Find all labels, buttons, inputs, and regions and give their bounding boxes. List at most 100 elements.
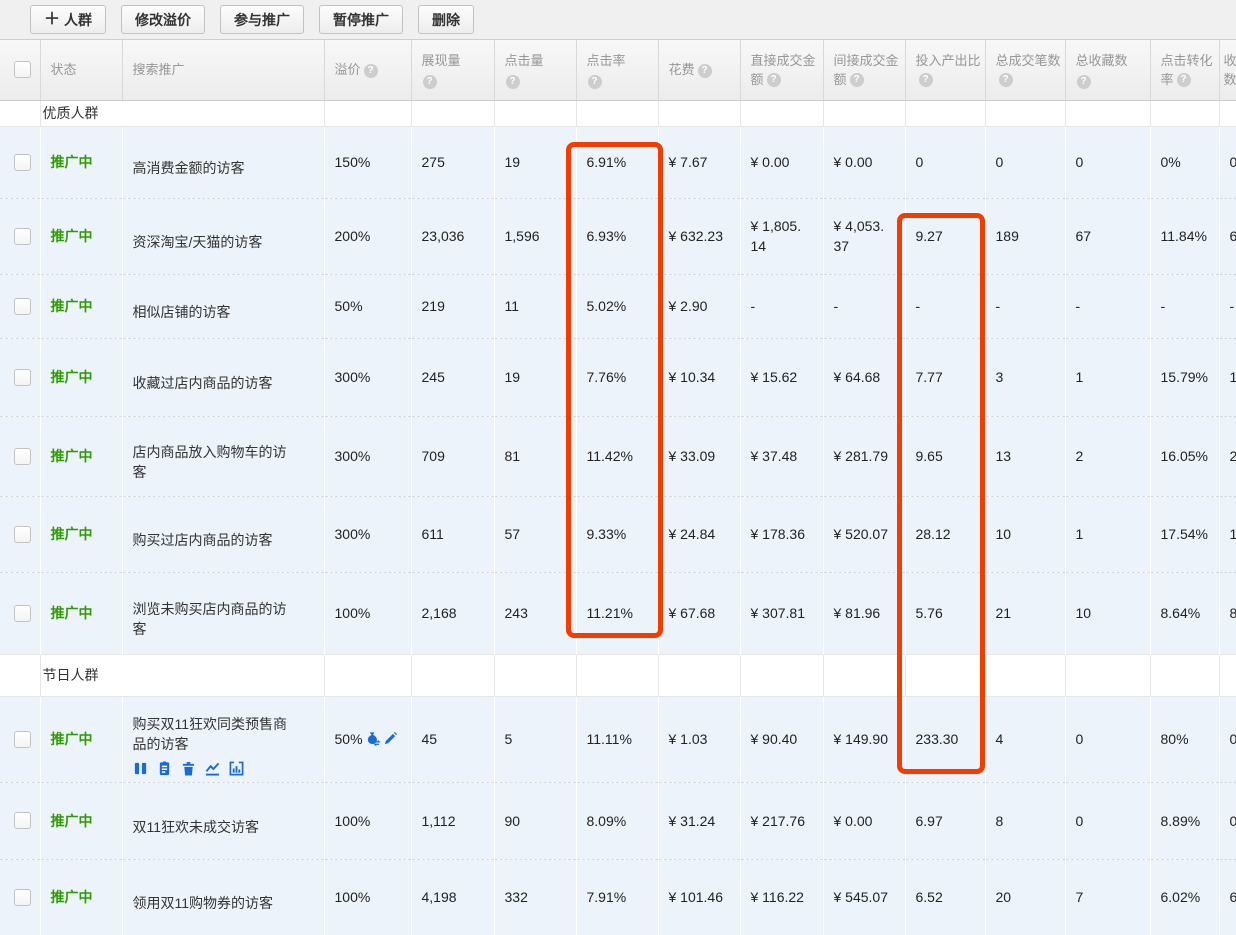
favs-cell: 0 bbox=[1065, 696, 1150, 782]
join-promotion-button[interactable]: 参与推广 bbox=[220, 5, 304, 34]
direct-amount-cell: ¥ 90.40 bbox=[740, 696, 823, 782]
favs-cell: 67 bbox=[1065, 198, 1150, 274]
ctr-cell: 6.93% bbox=[576, 198, 658, 274]
conv-cell: 0% bbox=[1150, 126, 1219, 198]
row-checkbox[interactable] bbox=[14, 369, 31, 386]
pause-promotion-button[interactable]: 暂停推广 bbox=[319, 5, 403, 34]
conv-cell: 15.79% bbox=[1150, 338, 1219, 416]
orders-cell: 20 bbox=[985, 859, 1065, 935]
indirect-amount-cell: ¥ 4,053.37 bbox=[823, 198, 905, 274]
table-row: 推广中 高消费金额的访客 150% 275 19 6.91% ¥ 7.67 ¥ … bbox=[0, 126, 1236, 198]
indirect-amount-cell: ¥ 545.07 bbox=[823, 859, 905, 935]
row-checkbox[interactable] bbox=[14, 812, 31, 829]
help-icon[interactable]: ? bbox=[919, 73, 933, 87]
row-checkbox[interactable] bbox=[14, 228, 31, 245]
col-search-promo: 搜索推广 bbox=[122, 40, 324, 100]
truncated-cell: 1 bbox=[1219, 496, 1236, 572]
roi-cell: 6.52 bbox=[905, 859, 985, 935]
indirect-amount-cell: ¥ 64.68 bbox=[823, 338, 905, 416]
help-icon[interactable]: ? bbox=[767, 73, 781, 87]
favs-cell: 1 bbox=[1065, 338, 1150, 416]
roi-cell: 9.27 bbox=[905, 198, 985, 274]
table-row: 推广中 领用双11购物券的访客 100% 4,198 332 7.91% ¥ 1… bbox=[0, 859, 1236, 935]
table-row: 推广中 相似店铺的访客 50% 219 11 5.02% ¥ 2.90 - - … bbox=[0, 274, 1236, 338]
help-icon[interactable]: ? bbox=[506, 75, 520, 89]
indirect-amount-cell: ¥ 81.96 bbox=[823, 572, 905, 654]
table-row: 推广中 双11狂欢未成交访客 100% 1,112 90 8.09% ¥ 31.… bbox=[0, 782, 1236, 859]
cost-cell: ¥ 2.90 bbox=[658, 274, 740, 338]
bar-chart-icon[interactable] bbox=[229, 761, 244, 776]
conv-cell: 8.64% bbox=[1150, 572, 1219, 654]
audience-name-link[interactable]: 浏览未购买店内商品的访客 bbox=[133, 599, 291, 639]
row-checkbox[interactable] bbox=[14, 889, 31, 906]
audience-name-link[interactable]: 双11狂欢未成交访客 bbox=[133, 817, 291, 837]
audience-name-link[interactable]: 领用双11购物券的访客 bbox=[133, 893, 291, 913]
audience-table: 状态 搜索推广 溢价? 展现量? 点击量? 点击率? 花费? 直接成交金额? 间… bbox=[0, 40, 1236, 935]
direct-amount-cell: ¥ 217.76 bbox=[740, 782, 823, 859]
truncated-cell: 8 bbox=[1219, 572, 1236, 654]
row-checkbox[interactable] bbox=[14, 154, 31, 171]
roi-cell: 5.76 bbox=[905, 572, 985, 654]
audience-name-link[interactable]: 购买双11狂欢同类预售商品的访客 bbox=[133, 714, 291, 754]
help-icon[interactable]: ? bbox=[999, 73, 1013, 87]
audience-name-link[interactable]: 高消费金额的访客 bbox=[133, 158, 291, 178]
roi-cell: 0 bbox=[905, 126, 985, 198]
clicks-cell: 243 bbox=[494, 572, 576, 654]
help-icon[interactable]: ? bbox=[588, 75, 602, 89]
orders-cell: 0 bbox=[985, 126, 1065, 198]
col-status: 状态 bbox=[40, 40, 122, 100]
delete-icon[interactable] bbox=[181, 761, 196, 776]
direct-amount-cell: ¥ 15.62 bbox=[740, 338, 823, 416]
premium-cell: 300% bbox=[324, 496, 411, 572]
cost-cell: ¥ 31.24 bbox=[658, 782, 740, 859]
group-label: 优质人群 bbox=[40, 100, 324, 126]
delete-button[interactable]: 删除 bbox=[418, 5, 474, 34]
cost-cell: ¥ 1.03 bbox=[658, 696, 740, 782]
favs-cell: 0 bbox=[1065, 782, 1150, 859]
cost-cell: ¥ 33.09 bbox=[658, 416, 740, 496]
row-checkbox[interactable] bbox=[14, 605, 31, 622]
help-icon[interactable]: ? bbox=[850, 73, 864, 87]
trend-chart-icon[interactable] bbox=[205, 761, 220, 776]
roi-cell: 9.65 bbox=[905, 416, 985, 496]
audience-name-link[interactable]: 相似店铺的访客 bbox=[133, 302, 291, 322]
add-audience-button[interactable]: ＋ 人群 bbox=[30, 5, 106, 34]
edit-icon[interactable] bbox=[383, 731, 398, 746]
help-icon[interactable]: ? bbox=[423, 75, 437, 89]
pause-icon[interactable] bbox=[133, 761, 148, 776]
group-row-premium-audience: 优质人群 bbox=[0, 100, 1236, 126]
modify-premium-button[interactable]: 修改溢价 bbox=[121, 5, 205, 34]
premium-cell: 100% bbox=[324, 859, 411, 935]
cost-cell: ¥ 632.23 bbox=[658, 198, 740, 274]
budget-icon[interactable] bbox=[364, 731, 381, 748]
orders-cell: - bbox=[985, 274, 1065, 338]
row-checkbox[interactable] bbox=[14, 448, 31, 465]
impressions-cell: 1,112 bbox=[411, 782, 494, 859]
row-checkbox[interactable] bbox=[14, 298, 31, 315]
col-cost: 花费? bbox=[658, 40, 740, 100]
select-all-checkbox[interactable] bbox=[14, 61, 31, 78]
table-row: 推广中 资深淘宝/天猫的访客 200% 23,036 1,596 6.93% ¥… bbox=[0, 198, 1236, 274]
ctr-cell: 6.91% bbox=[576, 126, 658, 198]
ctr-cell: 11.21% bbox=[576, 572, 658, 654]
row-checkbox[interactable] bbox=[14, 526, 31, 543]
audience-name-link[interactable]: 购买过店内商品的访客 bbox=[133, 530, 291, 550]
help-icon[interactable]: ? bbox=[1077, 75, 1091, 89]
audience-name-link[interactable]: 店内商品放入购物车的访客 bbox=[133, 442, 291, 482]
premium-icons bbox=[364, 731, 398, 748]
audience-name-link[interactable]: 资深淘宝/天猫的访客 bbox=[133, 232, 291, 252]
audience-name-link[interactable]: 收藏过店内商品的访客 bbox=[133, 373, 291, 393]
report-icon[interactable] bbox=[157, 761, 172, 776]
impressions-cell: 245 bbox=[411, 338, 494, 416]
col-total-orders: 总成交笔数? bbox=[985, 40, 1065, 100]
help-icon[interactable]: ? bbox=[1177, 73, 1191, 87]
orders-cell: 4 bbox=[985, 696, 1065, 782]
status-badge: 推广中 bbox=[51, 813, 93, 829]
clicks-cell: 5 bbox=[494, 696, 576, 782]
row-checkbox[interactable] bbox=[14, 731, 31, 748]
help-icon[interactable]: ? bbox=[698, 64, 712, 78]
table-row: 推广中 收藏过店内商品的访客 300% 245 19 7.76% ¥ 10.34… bbox=[0, 338, 1236, 416]
help-icon[interactable]: ? bbox=[364, 64, 378, 78]
cost-cell: ¥ 24.84 bbox=[658, 496, 740, 572]
status-badge: 推广中 bbox=[51, 605, 93, 621]
